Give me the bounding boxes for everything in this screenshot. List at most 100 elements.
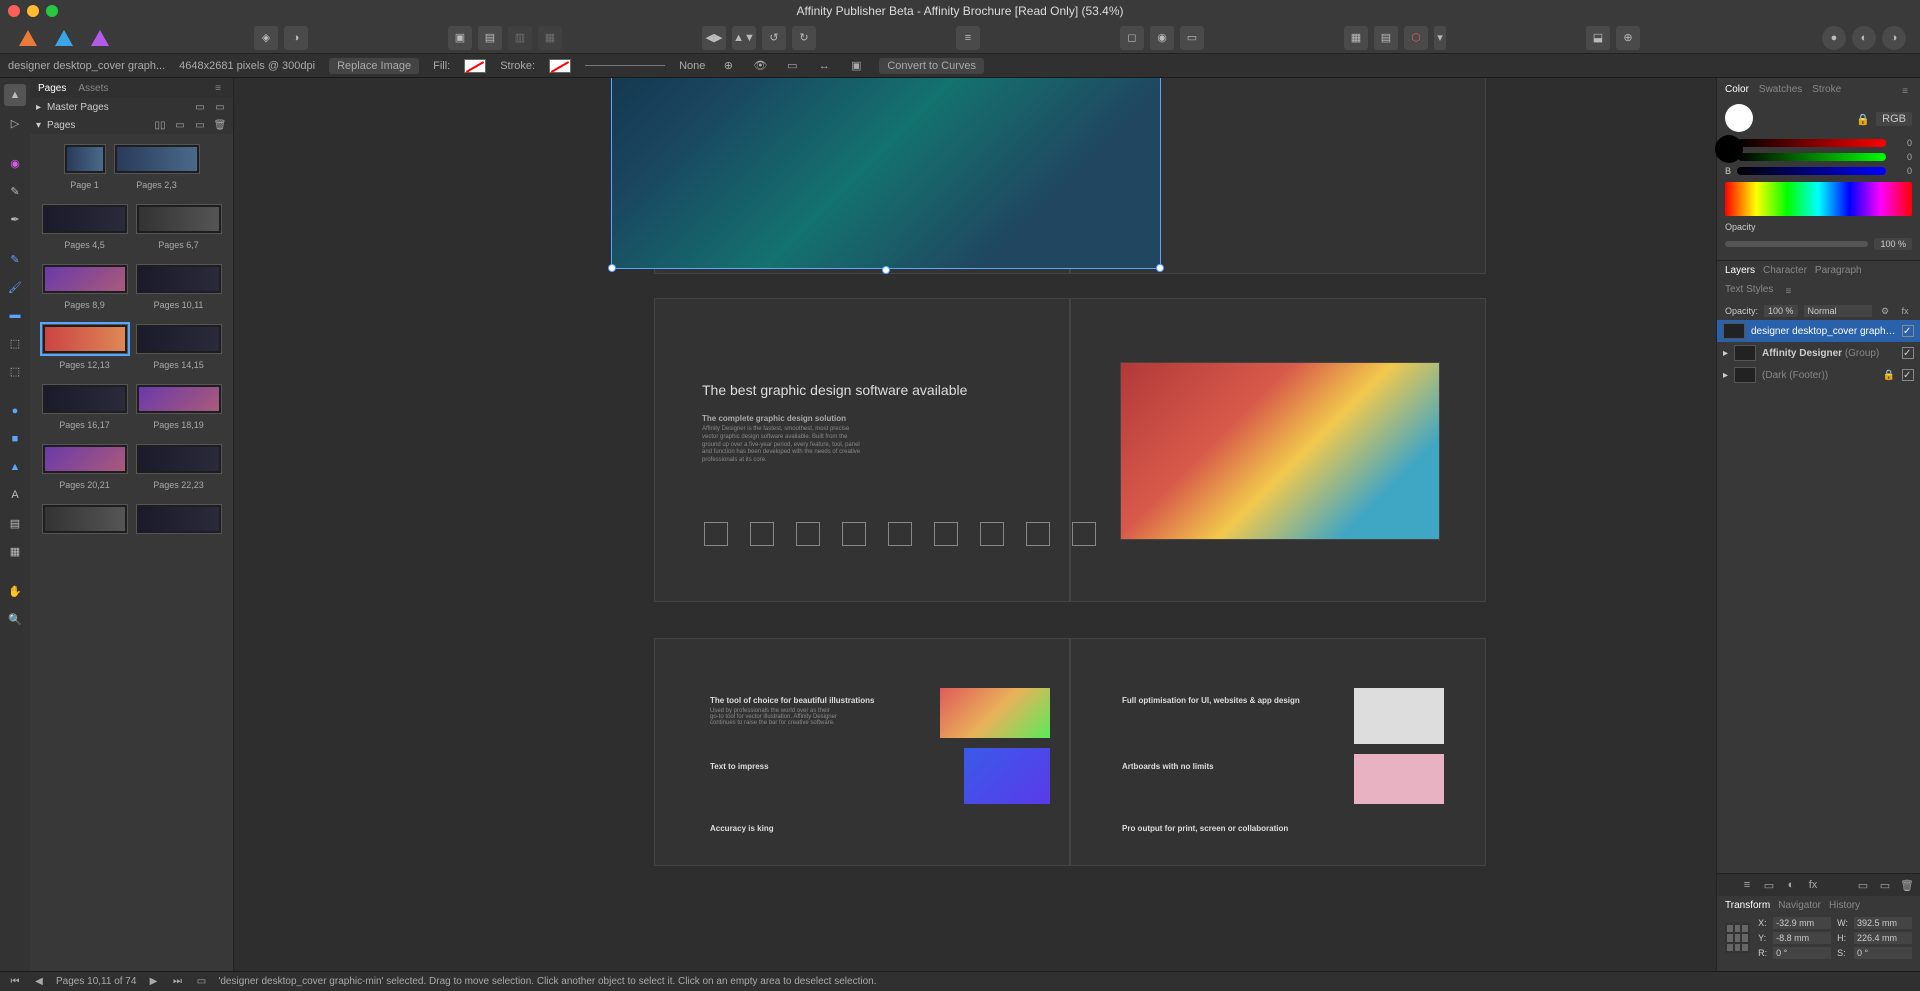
snapping-icon[interactable]: ⬡ [1404, 26, 1428, 50]
page-thumbnail[interactable] [42, 504, 128, 534]
stroke-color-well[interactable] [1715, 135, 1743, 163]
delete-page-icon[interactable]: 🗑 [213, 118, 227, 132]
crop-tool-icon[interactable]: ⬚ [4, 360, 26, 382]
cycle-select-icon[interactable]: ▣ [847, 57, 865, 75]
arrange-forward-icon[interactable]: ▤ [478, 26, 502, 50]
arrange-backward-icon[interactable]: ▥ [508, 26, 532, 50]
adjust-icon[interactable]: ◐ [1784, 878, 1798, 892]
paint-brush-tool-icon[interactable]: ✎ [4, 180, 26, 202]
stroke-swatch[interactable] [549, 59, 571, 73]
tab-paragraph[interactable]: Paragraph [1815, 265, 1862, 276]
transform-mode-icon[interactable]: ↔ [815, 57, 833, 75]
photo-persona-icon[interactable] [86, 24, 114, 52]
designer-persona-icon[interactable] [50, 24, 78, 52]
fill-tool-icon[interactable]: ▬ [4, 304, 26, 326]
zoom-window-button[interactable] [46, 5, 58, 17]
view-mode-icon[interactable]: ◑ [284, 26, 308, 50]
arrange-front-icon[interactable]: ▣ [448, 26, 472, 50]
page-thumbnail[interactable] [42, 384, 128, 414]
delete-master-icon[interactable]: ▭ [213, 100, 227, 114]
blend-mode-select[interactable]: Normal [1804, 305, 1872, 317]
rectangle-tool-icon[interactable]: ■ [4, 428, 26, 450]
page-thumbnail[interactable] [42, 204, 128, 234]
layer-visibility-toggle[interactable]: ✓ [1902, 325, 1914, 337]
lock-icon[interactable]: 🔒 [1882, 368, 1896, 382]
page-thumbnail[interactable] [42, 264, 128, 294]
page-thumbnail[interactable] [136, 264, 222, 294]
show-alignment-icon[interactable]: ▭ [783, 57, 801, 75]
pencil-tool-icon[interactable]: ✎ [4, 248, 26, 270]
canvas[interactable]: The best graphic design software availab… [234, 78, 1716, 971]
table-tool-icon[interactable]: ▦ [4, 540, 26, 562]
selection-handle[interactable] [608, 264, 616, 272]
page-thumbnail[interactable] [64, 144, 106, 174]
selection-handle[interactable] [882, 266, 890, 274]
tab-history[interactable]: History [1829, 900, 1860, 911]
page-thumbnail[interactable] [114, 144, 200, 174]
arrange-back-icon[interactable]: ▦ [538, 26, 562, 50]
add-page-icon[interactable]: ▭ [173, 118, 187, 132]
anchor-point-selector[interactable] [1725, 923, 1750, 953]
color-mode-select[interactable]: RGB [1876, 112, 1912, 126]
r-field[interactable] [1773, 947, 1831, 959]
baseline-grid-icon[interactable]: ▦ [1344, 26, 1368, 50]
close-window-button[interactable] [8, 5, 20, 17]
flip-v-icon[interactable]: ▲▼ [732, 26, 756, 50]
prev-page-icon[interactable]: ◀ [32, 975, 46, 989]
artistic-text-tool-icon[interactable]: A [4, 484, 26, 506]
w-field[interactable] [1854, 917, 1912, 929]
ellipse-tool-icon[interactable]: ● [4, 400, 26, 422]
panel-menu-icon[interactable]: ≡ [1781, 284, 1795, 298]
publisher-persona-icon[interactable] [14, 24, 42, 52]
delete-layer-icon[interactable]: 🗑 [1900, 878, 1914, 892]
fill-swatch[interactable] [464, 59, 486, 73]
snap-point-icon[interactable]: ▭ [1180, 26, 1204, 50]
lock-children-icon[interactable]: ⊕ [719, 57, 737, 75]
add-pixel-layer-icon[interactable]: ▭ [1878, 878, 1892, 892]
layer-visibility-toggle[interactable]: ✓ [1902, 369, 1914, 381]
chevron-down-icon[interactable]: ▾ [36, 120, 41, 131]
minimize-window-button[interactable] [27, 5, 39, 17]
page-thumbnail[interactable] [136, 504, 222, 534]
tab-transform[interactable]: Transform [1725, 900, 1770, 911]
layer-opacity-field[interactable]: 100 % [1764, 305, 1798, 317]
align-icon[interactable]: ≡ [956, 26, 980, 50]
page-thumbnail[interactable] [136, 324, 222, 354]
add-master-icon[interactable]: ▭ [193, 100, 207, 114]
text-wrap-icon[interactable]: ▤ [1374, 26, 1398, 50]
insert-behind-icon[interactable]: ⬓ [1586, 26, 1610, 50]
add-layer-icon[interactable]: ▭ [1856, 878, 1870, 892]
green-slider[interactable] [1738, 153, 1886, 161]
tab-character[interactable]: Character [1763, 265, 1807, 276]
replace-image-button[interactable]: Replace Image [329, 58, 419, 74]
facing-toggle-icon[interactable]: ▯▯ [153, 118, 167, 132]
layer-row[interactable]: designer desktop_cover graphic- ✓ [1717, 320, 1920, 342]
page-thumbnail[interactable] [42, 444, 128, 474]
s-field[interactable] [1854, 947, 1912, 959]
vector-brush-tool-icon[interactable]: 🖌 [4, 276, 26, 298]
color-picker-tool-icon[interactable]: ◉ [4, 152, 26, 174]
tab-assets[interactable]: Assets [78, 83, 108, 94]
snap-center-icon[interactable]: ◉ [1150, 26, 1174, 50]
triangle-tool-icon[interactable]: ▲ [4, 456, 26, 478]
pages-thumbnail-list[interactable]: Page 1Pages 2,3 Pages 4,5Pages 6,7 Pages… [30, 134, 233, 971]
auto-scroll-icon[interactable]: ≡ [1740, 878, 1754, 892]
panel-menu-icon[interactable]: ≡ [1898, 84, 1912, 98]
x-field[interactable] [1773, 917, 1831, 929]
tab-swatches[interactable]: Swatches [1759, 84, 1802, 98]
gear-icon[interactable]: ⚙ [1878, 304, 1892, 318]
mask-icon[interactable]: ▭ [1762, 878, 1776, 892]
master-pages-label[interactable]: Master Pages [47, 102, 109, 113]
blue-slider[interactable] [1737, 167, 1886, 175]
opacity-value[interactable]: 100 % [1874, 238, 1912, 250]
chevron-right-icon[interactable]: ▸ [36, 102, 41, 113]
next-page-icon[interactable]: ▶ [146, 975, 160, 989]
tab-color[interactable]: Color [1725, 84, 1749, 98]
red-slider[interactable] [1738, 139, 1887, 147]
duplicate-page-icon[interactable]: ▭ [193, 118, 207, 132]
tab-navigator[interactable]: Navigator [1778, 900, 1821, 911]
y-field[interactable] [1773, 932, 1831, 944]
selection-handle[interactable] [1156, 264, 1164, 272]
zoom-tool-icon[interactable]: 🔍 [4, 608, 26, 630]
layer-row[interactable]: ▸ (Dark (Footer)) 🔒 ✓ [1717, 364, 1920, 386]
